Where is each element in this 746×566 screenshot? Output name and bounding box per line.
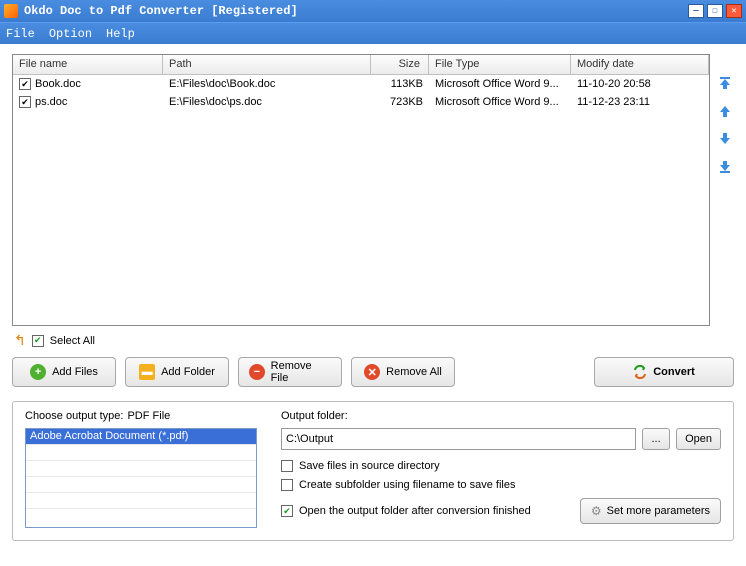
row-checkbox[interactable] — [19, 96, 31, 108]
remove-all-button[interactable]: ✕Remove All — [351, 357, 455, 387]
size-cell: 723KB — [371, 94, 429, 110]
subfolder-label: Create subfolder using filename to save … — [299, 479, 515, 491]
add-icon: + — [30, 364, 46, 380]
remove-icon: − — [249, 364, 265, 380]
up-folder-icon[interactable]: ↰ — [14, 332, 26, 349]
type-cell: Microsoft Office Word 9... — [429, 94, 571, 110]
date-cell: 11-10-20 20:58 — [571, 76, 709, 92]
open-after-checkbox[interactable] — [281, 505, 293, 517]
column-file-type[interactable]: File Type — [429, 55, 571, 74]
titlebar: Okdo Doc to Pdf Converter [Registered] —… — [0, 0, 746, 22]
output-type-label: Choose output type: — [25, 410, 123, 422]
date-cell: 11-12-23 23:11 — [571, 94, 709, 110]
move-top-button[interactable] — [716, 74, 734, 92]
output-type-option[interactable]: Adobe Acrobat Document (*.pdf) — [26, 429, 256, 445]
path-cell: E:\Files\doc\Book.doc — [163, 76, 371, 92]
app-icon — [4, 4, 18, 18]
add-files-button[interactable]: +Add Files — [12, 357, 116, 387]
table-header: File name Path Size File Type Modify dat… — [13, 55, 709, 75]
menu-help[interactable]: Help — [106, 27, 135, 41]
type-cell: Microsoft Office Word 9... — [429, 76, 571, 92]
move-up-button[interactable] — [716, 102, 734, 120]
size-cell: 113KB — [371, 76, 429, 92]
output-type-list[interactable]: Adobe Acrobat Document (*.pdf) — [25, 428, 257, 528]
column-size[interactable]: Size — [371, 55, 429, 74]
menu-file[interactable]: File — [6, 27, 35, 41]
menu-option[interactable]: Option — [49, 27, 92, 41]
file-table: File name Path Size File Type Modify dat… — [12, 54, 710, 326]
file-name-cell: Book.doc — [35, 78, 81, 90]
window-title: Okdo Doc to Pdf Converter [Registered] — [24, 4, 685, 18]
open-folder-button[interactable]: Open — [676, 428, 721, 450]
move-bottom-button[interactable] — [716, 158, 734, 176]
path-cell: E:\Files\doc\ps.doc — [163, 94, 371, 110]
browse-button[interactable]: ... — [642, 428, 670, 450]
column-modify-date[interactable]: Modify date — [571, 55, 709, 74]
row-checkbox[interactable] — [19, 78, 31, 90]
gear-icon: ⚙ — [591, 504, 602, 518]
move-down-button[interactable] — [716, 130, 734, 148]
remove-file-button[interactable]: −Remove File — [238, 357, 342, 387]
subfolder-checkbox[interactable] — [281, 479, 293, 491]
column-path[interactable]: Path — [163, 55, 371, 74]
table-row[interactable]: ps.doc E:\Files\doc\ps.doc723KBMicrosoft … — [13, 93, 709, 111]
maximize-button[interactable]: ☐ — [707, 4, 723, 18]
select-all-label: Select All — [50, 335, 95, 347]
add-folder-button[interactable]: ▬Add Folder — [125, 357, 229, 387]
close-button[interactable]: ✕ — [726, 4, 742, 18]
output-type-current: PDF File — [127, 410, 170, 422]
save-source-checkbox[interactable] — [281, 460, 293, 472]
folder-icon: ▬ — [139, 364, 155, 380]
convert-icon — [633, 365, 647, 379]
output-folder-label: Output folder: — [281, 410, 721, 422]
remove-all-icon: ✕ — [364, 364, 380, 380]
menubar: File Option Help — [0, 22, 746, 44]
minimize-button[interactable]: — — [688, 4, 704, 18]
output-folder-input[interactable] — [281, 428, 636, 450]
save-source-label: Save files in source directory — [299, 460, 440, 472]
select-all-checkbox[interactable] — [32, 335, 44, 347]
set-parameters-button[interactable]: ⚙ Set more parameters — [580, 498, 721, 524]
open-after-label: Open the output folder after conversion … — [299, 505, 531, 517]
convert-button[interactable]: Convert — [594, 357, 734, 387]
file-name-cell: ps.doc — [35, 96, 67, 108]
column-file-name[interactable]: File name — [13, 55, 163, 74]
table-row[interactable]: Book.doc E:\Files\doc\Book.doc113KBMicros… — [13, 75, 709, 93]
